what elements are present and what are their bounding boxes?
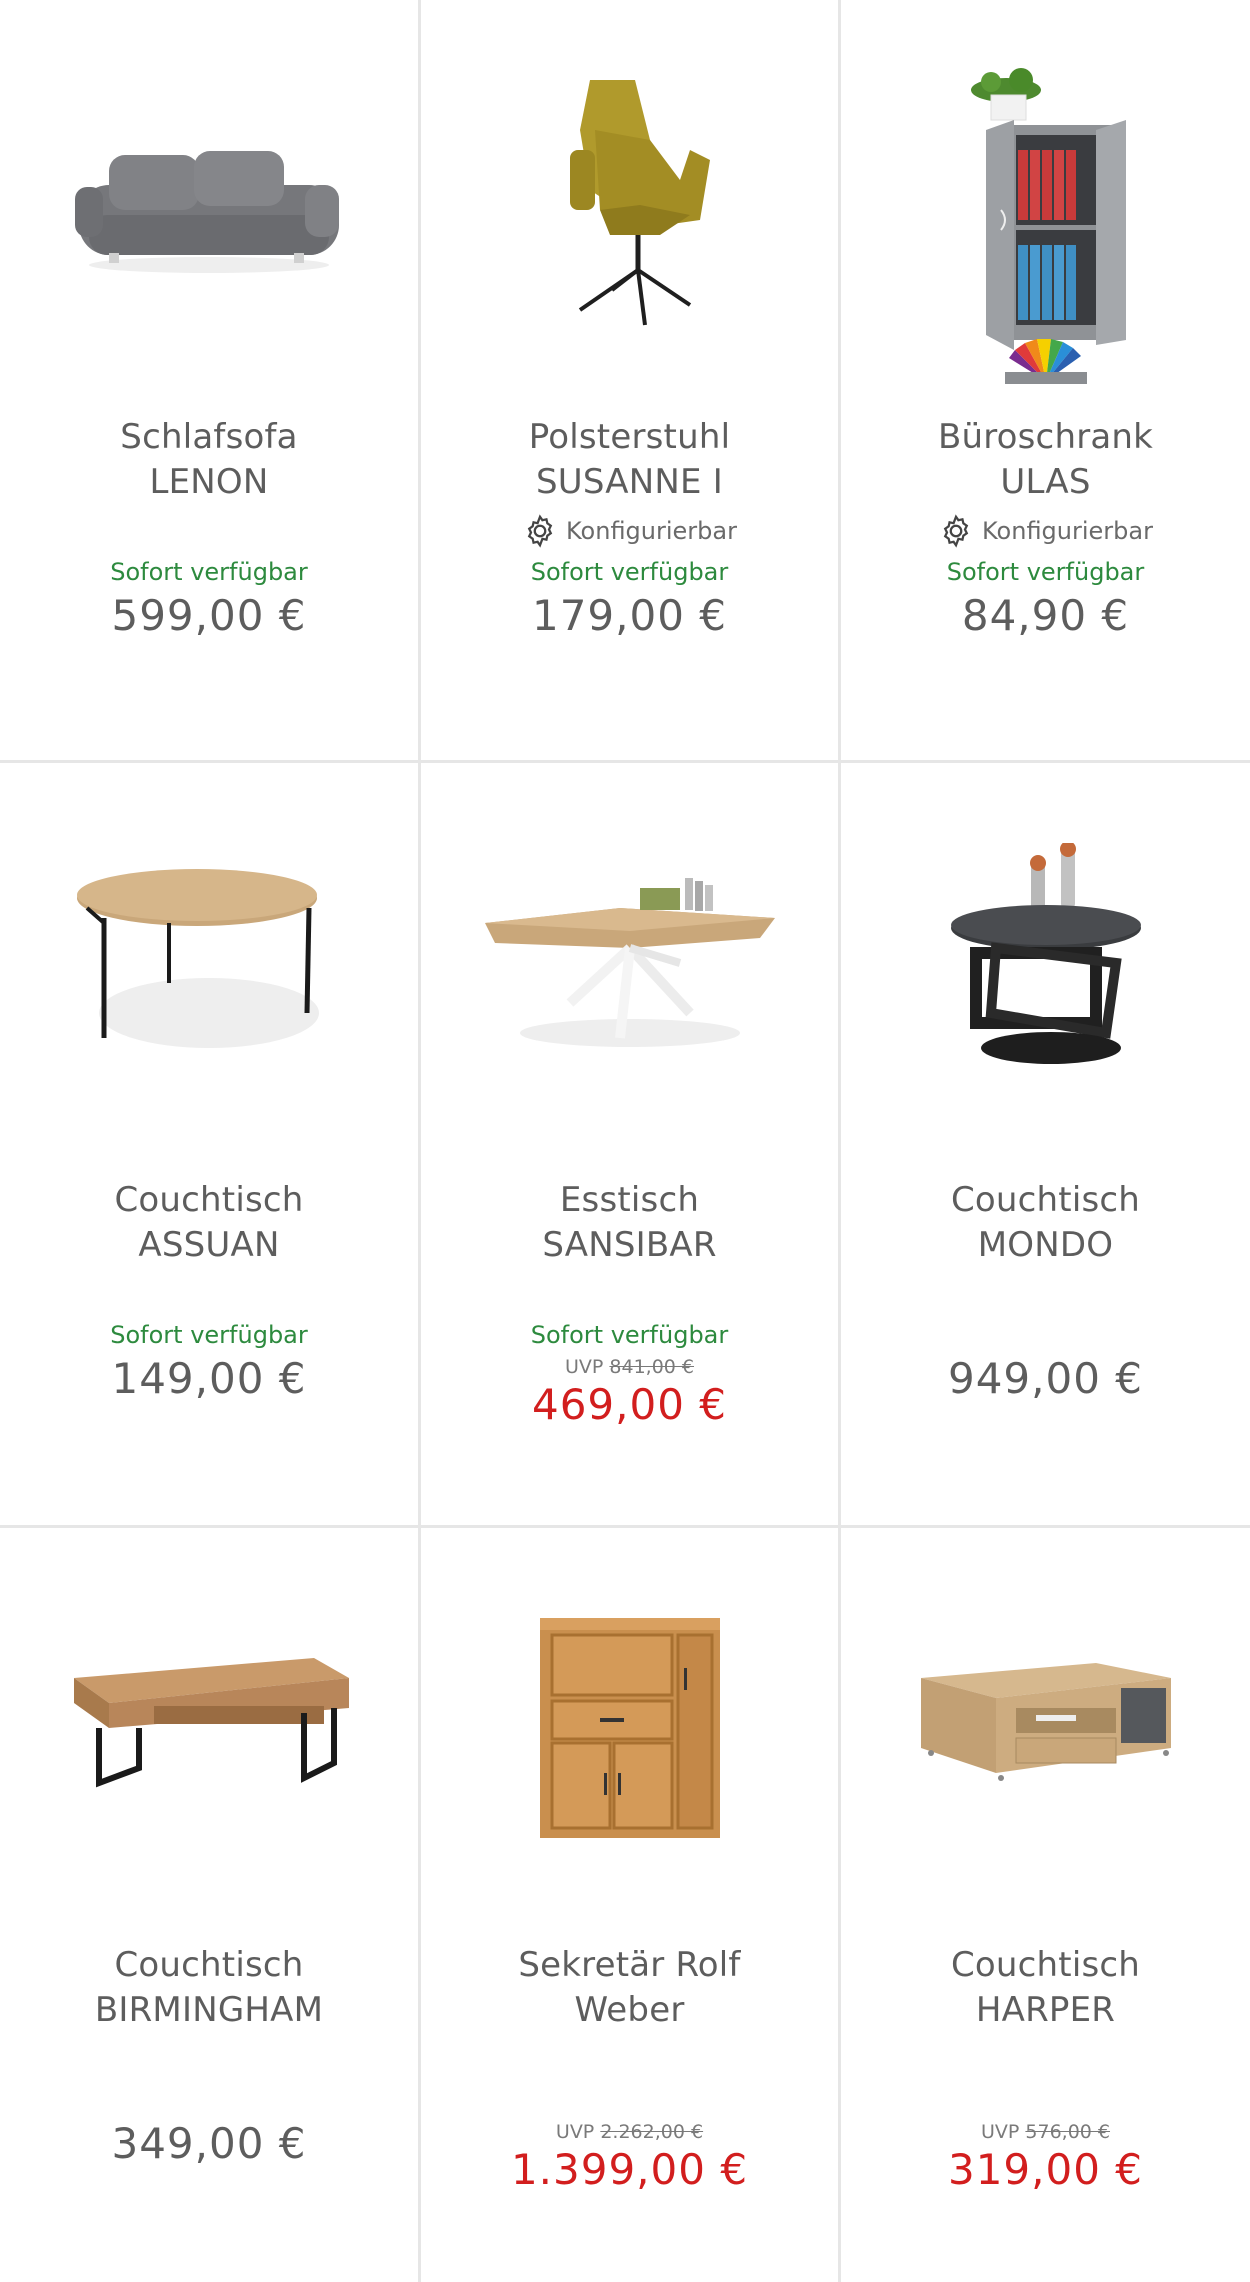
product-image[interactable] (421, 1528, 838, 1928)
product-title-line1: Esstisch (559, 1180, 700, 1220)
product-price: 84,90 € (961, 591, 1130, 640)
availability-status: Sofort verfügbar (530, 1321, 729, 1349)
sale-price: 1.399,00 € (510, 2145, 749, 2194)
product-card-couchtisch-mondo[interactable]: Couchtisch MONDO 949,00 € (841, 763, 1250, 1525)
product-title-line2: BIRMINGHAM (94, 1990, 324, 2030)
product-card-bueroschrank-ulas[interactable]: Büroschrank ULAS Konfigurierbar Sofort v… (841, 0, 1250, 760)
product-image[interactable] (841, 0, 1250, 400)
product-title[interactable]: Esstisch SANSIBAR (542, 1178, 716, 1270)
product-title-line1: Couchtisch (114, 1945, 304, 1985)
product-image[interactable] (421, 763, 838, 1163)
product-price: 349,00 € (111, 2119, 307, 2168)
product-title-line1: Polsterstuhl (528, 417, 731, 457)
product-price: 599,00 € (111, 591, 307, 640)
product-card-couchtisch-harper[interactable]: Couchtisch HARPER UVP 576,00 € 319,00 € (841, 1528, 1250, 2282)
product-card-schlafsofa-lenon[interactable]: Schlafsofa LENON Sofort verfügbar 599,00… (0, 0, 418, 760)
color-fan-icon (1004, 339, 1087, 384)
coffee-table-icon (74, 1658, 349, 1788)
availability-status: Sofort verfügbar (530, 558, 729, 586)
product-title[interactable]: Couchtisch MONDO (951, 1178, 1140, 1270)
dining-table-icon (484, 878, 775, 1047)
uvp-price: UVP 2.262,00 € (556, 2119, 703, 2145)
product-image[interactable] (0, 0, 418, 400)
availability-status: Sofort verfügbar (946, 558, 1145, 586)
uvp-old-price: 841,00 € (609, 1356, 695, 1378)
round-table-icon (77, 869, 319, 1048)
gear-icon (943, 514, 969, 548)
product-title-line2: SUSANNE I (536, 462, 723, 502)
product-grid: Schlafsofa LENON Sofort verfügbar 599,00… (0, 0, 1250, 2282)
sale-price: 319,00 € (947, 2145, 1144, 2194)
product-title[interactable]: Couchtisch ASSUAN (114, 1178, 303, 1270)
uvp-old-price: 576,00 € (1025, 2121, 1111, 2143)
sale-price: 469,00 € (531, 1380, 728, 1429)
product-title-line1: Couchtisch (114, 1180, 304, 1220)
cabinet-icon (970, 68, 1126, 350)
product-title-line2: ULAS (1000, 462, 1091, 502)
swivel-table-icon (950, 843, 1141, 1064)
configurable-label: Konfigurierbar (938, 509, 1153, 553)
product-title[interactable]: Couchtisch BIRMINGHAM (95, 1943, 323, 2035)
configurable-label: Konfigurierbar (522, 509, 737, 553)
product-title-line2: Weber (574, 1990, 685, 2030)
uvp-label: UVP (980, 2121, 1020, 2143)
availability-status: Sofort verfügbar (110, 1321, 308, 1349)
product-image[interactable] (0, 763, 418, 1163)
product-price: 149,00 € (111, 1354, 307, 1403)
product-price: 949,00 € (947, 1354, 1144, 1403)
product-title-line1: Büroschrank (937, 417, 1154, 457)
product-card-couchtisch-assuan[interactable]: Couchtisch ASSUAN Sofort verfügbar 149,0… (0, 763, 418, 1525)
product-card-couchtisch-birmingham[interactable]: Couchtisch BIRMINGHAM 349,00 € (0, 1528, 418, 2282)
product-title-line1: Couchtisch (950, 1945, 1141, 1985)
uvp-price: UVP 576,00 € (981, 2119, 1110, 2145)
uvp-old-price: 2.262,00 € (600, 2121, 704, 2143)
product-title-line2: SANSIBAR (542, 1225, 717, 1265)
product-price: 179,00 € (531, 591, 728, 640)
uvp-price: UVP 841,00 € (565, 1354, 694, 1380)
product-image[interactable] (841, 763, 1250, 1163)
product-card-sekretaer-rolf-weber[interactable]: Sekretär Rolf Weber UVP 2.262,00 € 1.399… (421, 1528, 838, 2282)
product-title-line2: HARPER (975, 1990, 1116, 2030)
product-title-line1: Schlafsofa (120, 417, 298, 457)
sofa-icon (75, 151, 339, 273)
product-card-esstisch-sansibar[interactable]: Esstisch SANSIBAR Sofort verfügbar UVP 8… (421, 763, 838, 1525)
product-card-polsterstuhl-susanne[interactable]: Polsterstuhl SUSANNE I Konfigurierbar So… (421, 0, 838, 760)
product-title-line1: Sekretär Rolf (518, 1945, 741, 1985)
product-title-line1: Couchtisch (950, 1180, 1141, 1220)
uvp-label: UVP (555, 2121, 595, 2143)
product-title[interactable]: Couchtisch HARPER (951, 1943, 1140, 2035)
product-title[interactable]: Schlafsofa LENON (120, 415, 297, 507)
product-image[interactable] (841, 1528, 1250, 1928)
configurable-text: Konfigurierbar (566, 517, 737, 545)
product-title-line2: LENON (149, 462, 269, 502)
uvp-label: UVP (564, 1356, 604, 1378)
configurable-text: Konfigurierbar (982, 517, 1153, 545)
secretary-desk-icon (539, 1618, 720, 1838)
product-title[interactable]: Polsterstuhl SUSANNE I (529, 415, 730, 507)
product-image[interactable] (0, 1528, 418, 1928)
availability-status: Sofort verfügbar (110, 558, 308, 586)
product-title[interactable]: Büroschrank ULAS (938, 415, 1153, 507)
tv-table-icon (920, 1663, 1171, 1781)
product-title[interactable]: Sekretär Rolf Weber (518, 1943, 740, 2035)
product-image[interactable] (421, 0, 838, 400)
chair-icon (569, 80, 710, 326)
gear-icon (527, 514, 553, 548)
product-title-line2: ASSUAN (138, 1225, 280, 1265)
product-title-line2: MONDO (977, 1225, 1114, 1265)
